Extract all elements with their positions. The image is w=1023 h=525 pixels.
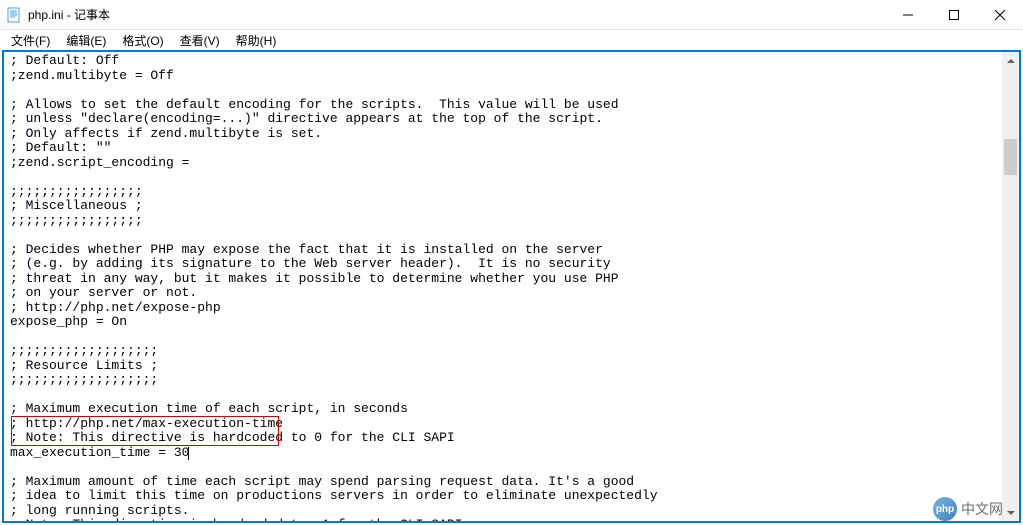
menu-file[interactable]: 文件(F) <box>4 31 57 50</box>
watermark: php 中文网 <box>933 497 1003 521</box>
menubar: 文件(F) 编辑(E) 格式(O) 查看(V) 帮助(H) <box>0 30 1023 50</box>
scroll-thumb[interactable] <box>1004 139 1017 175</box>
notepad-icon <box>6 7 22 23</box>
text-editor[interactable]: ; Default: Off ;zend.multibyte = Off ; A… <box>4 52 1019 521</box>
close-button[interactable] <box>977 0 1023 29</box>
titlebar: php.ini - 记事本 <box>0 0 1023 30</box>
window-controls <box>885 0 1023 29</box>
minimize-button[interactable] <box>885 0 931 29</box>
maximize-button[interactable] <box>931 0 977 29</box>
text-caret <box>188 447 189 460</box>
scroll-up-button[interactable] <box>1002 52 1019 69</box>
menu-format[interactable]: 格式(O) <box>115 31 170 50</box>
vertical-scrollbar[interactable] <box>1002 52 1019 521</box>
window-title: php.ini - 记事本 <box>28 6 110 23</box>
menu-view[interactable]: 查看(V) <box>173 31 227 50</box>
watermark-logo-icon: php <box>933 497 957 521</box>
menu-help[interactable]: 帮助(H) <box>229 31 284 50</box>
scroll-track[interactable] <box>1002 69 1019 504</box>
editor-area: ; Default: Off ;zend.multibyte = Off ; A… <box>2 50 1021 523</box>
watermark-text: 中文网 <box>961 499 1003 519</box>
menu-edit[interactable]: 编辑(E) <box>59 31 113 50</box>
scroll-down-button[interactable] <box>1002 504 1019 521</box>
